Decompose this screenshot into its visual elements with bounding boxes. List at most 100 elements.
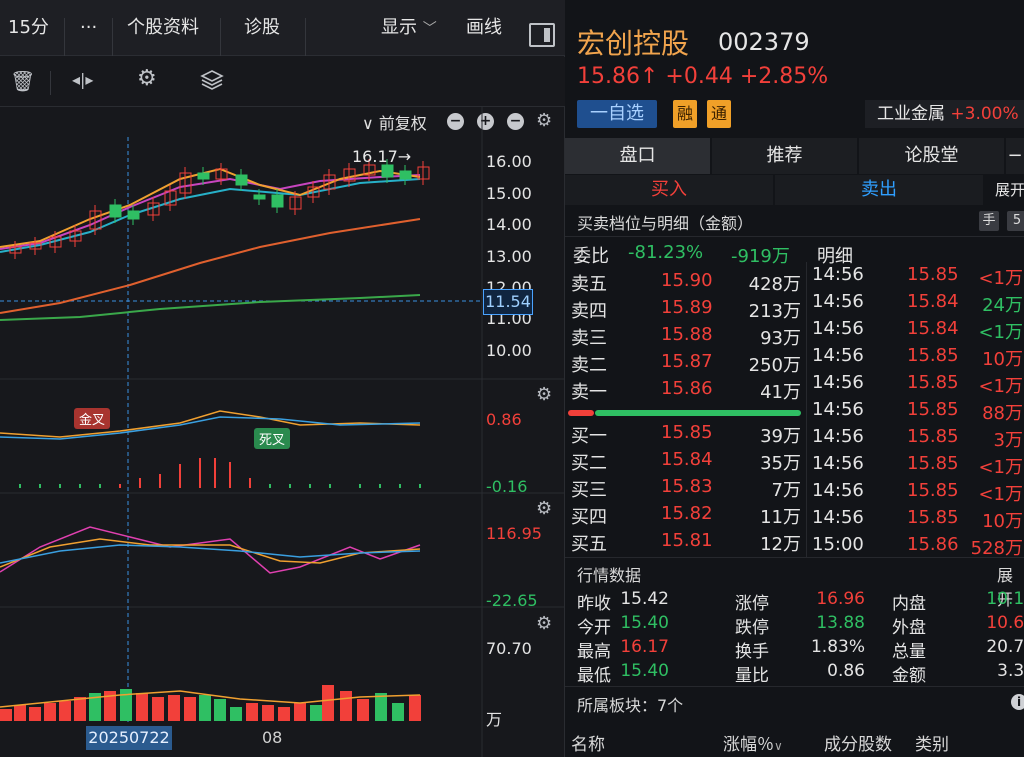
volume-bar bbox=[409, 695, 421, 721]
market-value: 16.96 bbox=[816, 589, 865, 609]
tick-volume: 10万 bbox=[982, 349, 1023, 370]
volume-bar bbox=[44, 703, 56, 721]
chevron-down-icon: ∨ bbox=[774, 739, 783, 753]
crosshair-price: 11.54 bbox=[483, 289, 533, 315]
display-button[interactable]: 显示 ﹀ bbox=[381, 0, 437, 56]
level-volume: 12万 bbox=[760, 534, 801, 555]
level-name: 买一 bbox=[571, 426, 607, 447]
candle-body bbox=[197, 172, 210, 180]
market-data-title: 行情数据 bbox=[577, 566, 642, 585]
candle-body bbox=[109, 204, 122, 218]
tick-time: 14:56 bbox=[812, 291, 864, 312]
gear-icon[interactable]: ⚙ bbox=[536, 384, 552, 405]
tick-volume: 10万 bbox=[982, 511, 1023, 532]
gear-icon[interactable]: ⚙ bbox=[137, 66, 157, 91]
tick-price: 15.84 bbox=[907, 291, 959, 312]
level-price: 15.81 bbox=[661, 530, 713, 551]
candle-body bbox=[381, 164, 394, 178]
volume-bar bbox=[357, 699, 369, 721]
tick-price: 15.85 bbox=[907, 399, 959, 420]
volume-bar bbox=[152, 697, 164, 721]
panel-toggle-icon[interactable] bbox=[529, 23, 555, 47]
volume-bar bbox=[199, 695, 211, 721]
more-button[interactable]: ··· bbox=[80, 0, 97, 56]
period-selector[interactable]: 15分 bbox=[8, 0, 49, 56]
draw-line-button[interactable]: 画线 bbox=[466, 0, 502, 56]
market-value: 10.67 bbox=[986, 613, 1024, 633]
volume-bar bbox=[0, 709, 12, 721]
col-count[interactable]: 成分股数 bbox=[824, 730, 892, 755]
market-value: 3.30 bbox=[997, 661, 1024, 681]
tick-price: 15.85 bbox=[907, 507, 959, 528]
level-volume: 250万 bbox=[748, 355, 801, 376]
col-type[interactable]: 类别 bbox=[915, 730, 949, 755]
col-name[interactable]: 名称 bbox=[571, 730, 605, 755]
tick-volume: 24万 bbox=[982, 295, 1023, 316]
gear-icon[interactable]: ⚙ bbox=[536, 498, 552, 519]
level-volume: 428万 bbox=[748, 274, 801, 295]
volume-bar bbox=[322, 685, 334, 721]
market-value: 10.11 bbox=[986, 589, 1024, 609]
chart-topbar: 15分 ··· 个股资料 诊股 显示 ﹀ 画线 bbox=[0, 0, 565, 56]
add-watchlist-button[interactable]: 一自选 bbox=[577, 100, 657, 128]
tick-volume: <1万 bbox=[978, 376, 1023, 397]
tab-pankou[interactable]: 盘口 bbox=[565, 138, 710, 174]
level-price: 15.86 bbox=[661, 378, 713, 399]
sector-title: 所属板块：7个 bbox=[577, 696, 684, 715]
market-label: 跌停 bbox=[735, 618, 769, 638]
level-volume: 11万 bbox=[760, 507, 801, 528]
candle-body bbox=[253, 194, 266, 200]
month-label: 08 bbox=[262, 728, 283, 747]
tick-volume: <1万 bbox=[978, 322, 1023, 343]
level-price: 15.89 bbox=[661, 297, 713, 318]
level-name: 买五 bbox=[571, 534, 607, 555]
tick-time: 14:56 bbox=[812, 399, 864, 420]
gear-icon[interactable]: ⚙ bbox=[536, 613, 552, 634]
price-tick: 15.00 bbox=[486, 184, 532, 203]
tab-recommend[interactable]: 推荐 bbox=[712, 138, 857, 174]
market-label: 涨停 bbox=[735, 594, 769, 614]
stock-code: 002379 bbox=[718, 28, 810, 56]
industry-tag[interactable]: 工业金属 +3.00% bbox=[865, 100, 1024, 128]
sell-tab[interactable]: 卖出 bbox=[775, 175, 983, 205]
volume-bar bbox=[278, 707, 290, 721]
diagnose-button[interactable]: 诊股 bbox=[244, 0, 280, 56]
tick-time: 14:56 bbox=[812, 264, 864, 285]
col-pct[interactable]: 涨幅％∨ bbox=[723, 730, 783, 755]
level-price: 15.84 bbox=[661, 449, 713, 470]
hand-unit-button[interactable]: 手 bbox=[979, 211, 999, 231]
tab-more[interactable]: − bbox=[1006, 138, 1024, 174]
tab-forum[interactable]: 论股堂 bbox=[859, 138, 1004, 174]
quote-tabs: 盘口 推荐 论股堂 − bbox=[565, 138, 1024, 174]
buy-tab[interactable]: 买入 bbox=[565, 175, 773, 205]
volume-bar bbox=[74, 697, 86, 721]
level-volume: 39万 bbox=[760, 426, 801, 447]
price-tick: 16.00 bbox=[486, 152, 532, 171]
expand-button[interactable]: 展开 bbox=[985, 175, 1024, 205]
tick-volume: 88万 bbox=[982, 403, 1023, 424]
level-price: 15.82 bbox=[661, 503, 713, 524]
layers-icon[interactable] bbox=[200, 68, 224, 97]
move-icon[interactable]: ◂|▸ bbox=[72, 70, 93, 89]
stock-name: 宏创控股 bbox=[577, 27, 690, 60]
weibi-bar-buy bbox=[568, 410, 594, 416]
market-label: 量比 bbox=[735, 666, 769, 686]
stock-info-button[interactable]: 个股资料 bbox=[127, 0, 199, 56]
weibi-label: 委比 bbox=[573, 246, 609, 267]
volume-bar bbox=[310, 705, 322, 721]
tick-price: 15.84 bbox=[907, 318, 959, 339]
market-label: 总量 bbox=[892, 642, 926, 662]
price-tick: 14.00 bbox=[486, 215, 532, 234]
quote-panel: 宏创控股 002379 15.86↑ +0.44 +2.85% 一自选 融 通 … bbox=[565, 0, 1024, 757]
volume-bar bbox=[340, 691, 352, 721]
tick-time: 14:56 bbox=[812, 372, 864, 393]
tick-price: 15.85 bbox=[907, 480, 959, 501]
candle-body bbox=[399, 170, 412, 180]
tick-price: 15.85 bbox=[907, 372, 959, 393]
levels-button[interactable]: 5 bbox=[1007, 211, 1024, 231]
tick-price: 15.86 bbox=[907, 534, 959, 555]
volume-bar bbox=[136, 693, 148, 721]
tick-volume: <1万 bbox=[978, 484, 1023, 505]
info-icon[interactable]: i bbox=[1011, 694, 1024, 710]
trash-icon[interactable]: 🗑︎ bbox=[10, 69, 35, 93]
